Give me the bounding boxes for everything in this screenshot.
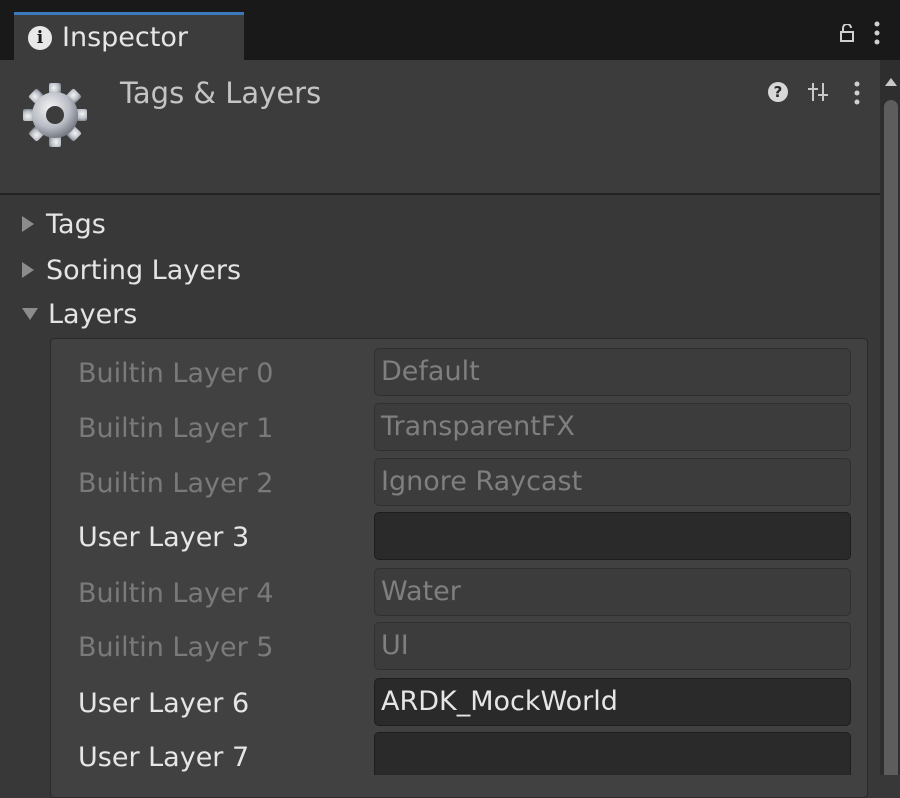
layer-label: User Layer 3 (78, 522, 250, 553)
tab-inspector-label: Inspector (62, 22, 188, 53)
layer-name-field: Ignore Raycast (374, 458, 851, 506)
layer-label: Builtin Layer 0 (78, 358, 274, 389)
layer-label: User Layer 6 (78, 688, 250, 719)
help-icon[interactable]: ? (768, 82, 788, 102)
layer-label: Builtin Layer 1 (78, 413, 274, 444)
foldout-sorting-layers[interactable]: Sorting Layers (22, 250, 241, 290)
layer-name-input[interactable] (374, 732, 851, 775)
foldout-tags-label: Tags (46, 208, 106, 240)
layer-name-input[interactable]: ARDK_MockWorld (374, 678, 851, 726)
presets-icon[interactable] (806, 80, 830, 104)
layer-name-input[interactable] (374, 512, 851, 560)
layer-name-field: TransparentFX (374, 403, 851, 451)
triangle-right-icon (22, 262, 34, 278)
kebab-menu-icon[interactable] (872, 20, 882, 46)
foldout-layers[interactable]: Layers (22, 294, 137, 334)
layer-name-field: UI (374, 622, 851, 670)
layer-row: User Layer 7 (50, 730, 868, 775)
layer-row: Builtin Layer 5 UI (50, 620, 868, 672)
tab-strip: i Inspector (0, 0, 900, 60)
layer-row: Builtin Layer 4 Water (50, 566, 868, 618)
layer-row: Builtin Layer 1 TransparentFX (50, 401, 868, 453)
inspector-window: i Inspector Tags & Layers ? Tags Sorting… (0, 0, 900, 798)
layer-label: Builtin Layer 4 (78, 578, 274, 609)
layer-name-field: Water (374, 568, 851, 616)
triangle-right-icon (22, 216, 34, 232)
foldout-sorting-layers-label: Sorting Layers (46, 254, 242, 286)
foldout-layers-label: Layers (48, 298, 138, 330)
scrollbar-thumb[interactable] (884, 100, 898, 775)
layer-label: Builtin Layer 2 (78, 468, 274, 499)
triangle-down-icon (22, 308, 38, 320)
kebab-menu-icon[interactable] (852, 80, 862, 106)
info-icon: i (28, 25, 52, 50)
scroll-up-arrow-icon[interactable] (885, 78, 897, 86)
layer-row: User Layer 3 (50, 510, 868, 562)
layer-row: User Layer 6 ARDK_MockWorld (50, 676, 868, 728)
gear-icon (23, 83, 87, 147)
tab-inspector[interactable]: i Inspector (14, 12, 244, 60)
layer-label: Builtin Layer 5 (78, 632, 274, 663)
layer-row: Builtin Layer 2 Ignore Raycast (50, 456, 868, 508)
foldout-tags[interactable]: Tags (22, 204, 106, 244)
layer-name-field: Default (374, 348, 851, 396)
layer-row: Builtin Layer 0 Default (50, 346, 868, 398)
layer-label: User Layer 7 (78, 742, 250, 773)
page-title: Tags & Layers (120, 76, 322, 110)
lock-icon[interactable] (840, 24, 854, 42)
